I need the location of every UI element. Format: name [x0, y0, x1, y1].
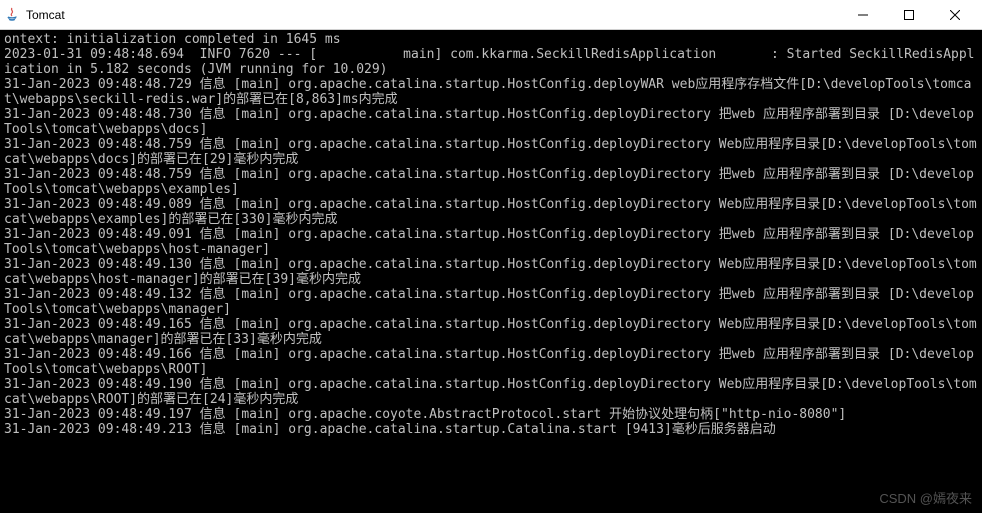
console-line: 31-Jan-2023 09:48:48.759 信息 [main] org.a… — [4, 137, 978, 167]
console-line: 31-Jan-2023 09:48:49.130 信息 [main] org.a… — [4, 257, 978, 287]
watermark: CSDN @嫣夜来 — [879, 488, 972, 507]
minimize-button[interactable] — [840, 0, 886, 30]
console-line: 31-Jan-2023 09:48:48.730 信息 [main] org.a… — [4, 107, 978, 137]
console-line: 31-Jan-2023 09:48:49.166 信息 [main] org.a… — [4, 347, 978, 377]
console-line: 31-Jan-2023 09:48:49.091 信息 [main] org.a… — [4, 227, 978, 257]
console-line: ontext: initialization completed in 1645… — [4, 32, 978, 47]
console-line: 31-Jan-2023 09:48:48.759 信息 [main] org.a… — [4, 167, 978, 197]
console-line: 31-Jan-2023 09:48:49.165 信息 [main] org.a… — [4, 317, 978, 347]
console-line: 31-Jan-2023 09:48:49.190 信息 [main] org.a… — [4, 377, 978, 407]
window-title: Tomcat — [26, 8, 840, 22]
console-line: 31-Jan-2023 09:48:48.729 信息 [main] org.a… — [4, 77, 978, 107]
console-line: 2023-01-31 09:48:48.694 INFO 7620 --- [ … — [4, 47, 978, 77]
close-button[interactable] — [932, 0, 978, 30]
window-controls — [840, 0, 978, 30]
titlebar: Tomcat — [0, 0, 982, 30]
console-line: 31-Jan-2023 09:48:49.197 信息 [main] org.a… — [4, 407, 978, 422]
console-output[interactable]: ontext: initialization completed in 1645… — [0, 30, 982, 513]
console-line: 31-Jan-2023 09:48:49.089 信息 [main] org.a… — [4, 197, 978, 227]
console-line: 31-Jan-2023 09:48:49.213 信息 [main] org.a… — [4, 422, 978, 437]
console-line: 31-Jan-2023 09:48:49.132 信息 [main] org.a… — [4, 287, 978, 317]
maximize-button[interactable] — [886, 0, 932, 30]
java-icon — [4, 7, 20, 23]
